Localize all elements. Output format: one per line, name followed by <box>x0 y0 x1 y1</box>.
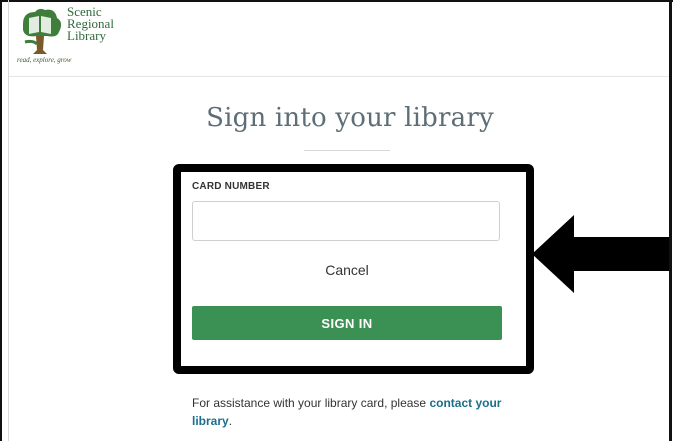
cancel-button[interactable]: Cancel <box>192 262 502 278</box>
library-logo[interactable]: Scenic Regional Library read, explore, g… <box>17 4 127 66</box>
card-number-label: CARD NUMBER <box>192 181 270 192</box>
page-title: Sign into your library <box>206 103 494 133</box>
tree-logo-icon <box>23 8 62 54</box>
assistance-period: . <box>228 414 233 428</box>
left-arrow-icon <box>532 215 669 293</box>
assistance-text: For assistance with your library card, p… <box>192 396 430 410</box>
screenshot-frame-left <box>0 0 2 441</box>
site-header: Scenic Regional Library read, explore, g… <box>9 2 669 77</box>
logo-wordmark: Scenic Regional Library <box>67 5 114 43</box>
sign-in-button[interactable]: SIGN IN <box>192 306 502 340</box>
assistance-message: For assistance with your library card, p… <box>192 394 512 430</box>
logo-tagline: read, explore, grow <box>17 56 72 64</box>
logo-line-library: Library <box>67 28 106 43</box>
card-number-input[interactable] <box>192 201 500 241</box>
title-divider <box>304 150 390 151</box>
